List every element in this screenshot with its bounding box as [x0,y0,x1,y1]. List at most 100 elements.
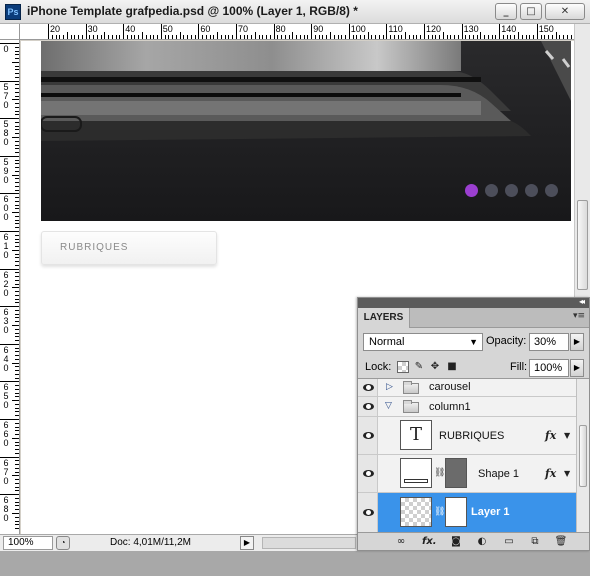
ruler-origin[interactable] [0,24,20,40]
ruler-minor-tick [495,35,497,39]
effects-toggle-icon[interactable]: ▼ [564,469,570,478]
lock-transparency-icon[interactable] [397,361,409,373]
ruler-label: 150 [538,24,554,34]
maximize-icon[interactable]: □ [520,3,542,20]
blend-mode-select[interactable]: Normal ▼ [363,333,483,351]
ruler-label: 640 [3,344,9,373]
new-layer-icon[interactable]: ⧉ [528,535,542,548]
fx-icon[interactable]: fx. [422,535,437,548]
ruler-minor-tick [446,35,448,39]
ruler-label: 120 [426,24,442,34]
ruler-minor-tick [15,370,19,372]
collapse-icon[interactable]: ◂◂ [579,297,585,306]
adjustment-icon[interactable]: ◐ [475,535,489,548]
layer-row-layer-1[interactable]: ⛓ Layer 1 [358,493,576,532]
fill-field[interactable]: 100% [529,359,569,377]
carousel-dot[interactable] [505,184,518,197]
ruler-label: 600 [3,194,9,223]
ruler-minor-tick [134,35,136,39]
carousel-dot[interactable] [465,184,478,197]
vertical-ruler[interactable]: 0 570 580 590 600 610 620 630 640 650 660 670 680 [0,40,20,534]
horizontal-ruler[interactable]: 20 30 40 50 60 70 80 90 100 110 120 130 140 150 [20,24,574,40]
chain-link-icon[interactable]: ⛓ [434,507,445,517]
expand-arrow-icon[interactable]: ▷ [386,382,393,392]
ruler-minor-tick [145,35,147,39]
layer-row-column1[interactable]: ▽ column1 [358,397,576,417]
carousel-dot[interactable] [545,184,558,197]
status-options-icon[interactable]: ◔ [56,536,70,550]
fx-icon[interactable]: fx [545,467,556,480]
tab-layers[interactable]: LAYERS [358,308,410,328]
ruler-minor-tick [194,35,196,39]
layer-list-scrollbar-thumb[interactable] [579,425,587,487]
ruler-minor-tick [296,35,298,39]
ruler-minor-tick [15,242,19,244]
panel-menu-icon[interactable]: ▾≡ [573,311,585,321]
layer-name: column1 [429,401,471,413]
horizontal-scrollbar[interactable] [262,537,356,549]
ruler-label: 620 [3,269,9,298]
visibility-eye-icon[interactable] [358,493,378,532]
visibility-eye-icon[interactable] [358,397,378,416]
ruler-minor-tick [15,497,19,499]
vector-mask-thumbnail-icon [445,458,467,488]
ruler-minor-tick [12,287,19,289]
ruler-minor-tick [15,106,19,108]
ruler-minor-tick [15,159,19,161]
collapse-arrow-icon[interactable]: ▽ [385,401,392,411]
opacity-field[interactable]: 30% [529,333,569,351]
visibility-eye-icon[interactable] [358,417,378,454]
ruler-label: 670 [3,457,9,486]
ruler-minor-tick [15,505,19,507]
ruler-minor-tick [518,32,519,39]
group-folder-icon[interactable]: ▭ [502,535,516,548]
ruler-minor-tick [15,321,19,323]
layer-row-shape-1[interactable]: ⛓ Shape 1 fx ▼ [358,455,576,493]
layer-row-carousel[interactable]: ▷ carousel [358,379,576,397]
ruler-minor-tick [119,35,121,39]
layer-row-rubriques[interactable]: T RUBRIQUES fx ▼ [358,417,576,455]
carousel-dot[interactable] [485,184,498,197]
trash-icon[interactable]: 🗑 [554,535,568,548]
ruler-minor-tick [15,340,19,342]
ruler-minor-tick [469,35,471,39]
window-title: iPhone Template grafpedia.psd @ 100% (La… [27,4,358,18]
effects-toggle-icon[interactable]: ▼ [564,431,570,440]
title-bar: Ps iPhone Template grafpedia.psd @ 100% … [0,0,590,24]
ruler-minor-tick [378,35,380,39]
chain-link-icon[interactable]: ⛓ [434,468,445,478]
ruler-minor-tick [487,35,489,39]
visibility-eye-icon[interactable] [358,379,378,396]
fx-icon[interactable]: fx [545,429,556,442]
zoom-field[interactable]: 100% [3,536,53,550]
ruler-minor-tick [15,148,19,150]
ruler-minor-tick [15,298,19,300]
link-icon[interactable]: ∞ [394,535,408,548]
minimize-icon[interactable]: _ [495,3,517,20]
close-icon[interactable]: ✕ [545,3,585,20]
ruler-label: 610 [3,232,9,260]
fill-label: Fill: [510,361,528,373]
ruler-minor-tick [454,35,456,39]
iphone-image [41,41,571,221]
layer-list-scrollbar[interactable] [576,379,589,532]
ruler-minor-tick [525,35,527,39]
ruler-minor-tick [570,35,572,39]
ruler-minor-tick [243,35,245,39]
lock-all-icon[interactable]: ■ [446,361,458,373]
ruler-minor-tick [254,32,256,39]
carousel-dot[interactable] [525,184,538,197]
fill-slider-arrow-icon[interactable]: ▶ [570,359,584,377]
eye-icon [363,470,374,477]
ruler-minor-tick [480,32,482,39]
mask-icon[interactable]: ◙ [449,535,463,548]
ruler-minor-tick [78,35,80,39]
visibility-eye-icon[interactable] [358,455,378,492]
status-menu-arrow-icon[interactable]: ▶ [240,536,254,550]
vertical-scrollbar-thumb[interactable] [577,200,588,290]
opacity-slider-arrow-icon[interactable]: ▶ [570,333,584,351]
lock-move-icon[interactable]: ✥ [429,361,441,373]
lock-brush-icon[interactable]: ✎ [413,361,425,373]
ruler-minor-tick [66,32,68,39]
ruler-minor-tick [15,411,19,413]
